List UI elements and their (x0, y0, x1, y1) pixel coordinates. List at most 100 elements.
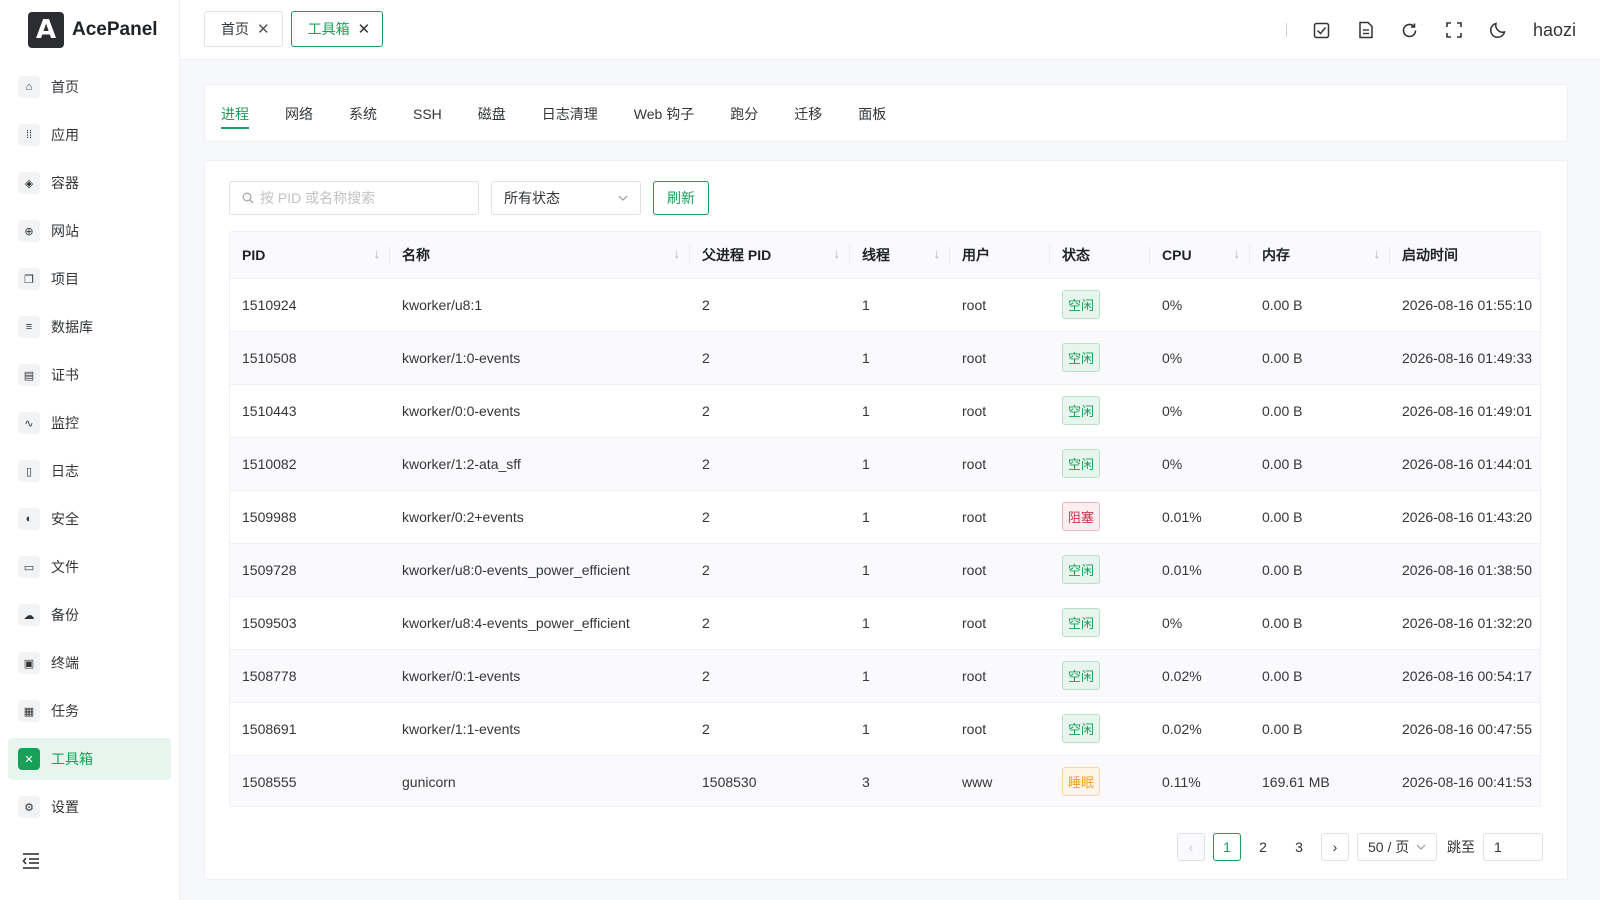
table-row[interactable]: 1509728 kworker/u8:0-events_power_efficie… (230, 543, 1540, 597)
sort-arrow-icon[interactable]: ↓ (834, 246, 841, 261)
table-row[interactable]: 1509988 kworker/0:2+events 2 1 root 阻塞 0.01% 0.… (230, 490, 1540, 544)
sort-arrow-icon[interactable]: ↓ (934, 246, 941, 261)
prev-page-button[interactable]: ‹ (1177, 833, 1205, 861)
sidebar-item-cert[interactable]: ▤ 证书 (8, 354, 171, 396)
page-size-select[interactable]: 50 / 页 (1357, 833, 1437, 861)
table-row[interactable]: 1508778 kworker/0:1-events 2 1 root 空闲 0.02% 0.… (230, 649, 1540, 703)
tab-2[interactable]: 系统 (349, 85, 377, 143)
page-number-button[interactable]: 1 (1213, 833, 1241, 861)
table-row[interactable]: 1510443 kworker/0:0-events 2 1 root 空闲 0% 0.00 … (230, 384, 1540, 438)
cell-threads: 1 (850, 543, 950, 597)
search-input[interactable] (260, 190, 470, 206)
process-card: 所有状态 刷新 PID ↓ 名称 ↓ 父进程 PID ↓ 线程 ↓ 用户 状态 CPU ↓ 内存 ↓ 启动时… (204, 160, 1568, 880)
column-header[interactable]: PID ↓ (230, 232, 390, 279)
document-icon[interactable] (1357, 21, 1375, 39)
search-box (229, 181, 479, 215)
sort-arrow-icon[interactable]: ↓ (1374, 246, 1381, 261)
column-header[interactable]: 线程 ↓ (850, 232, 950, 279)
tab-5[interactable]: 日志清理 (542, 85, 598, 143)
cell-pid: 1510508 (230, 331, 390, 385)
cell-ppid: 2 (690, 649, 850, 703)
next-page-button[interactable]: › (1321, 833, 1349, 861)
cell-threads: 1 (850, 331, 950, 385)
tab-0[interactable]: 进程 (221, 85, 249, 143)
status-select[interactable]: 所有状态 (491, 181, 641, 215)
sidebar-item-website[interactable]: ⊕ 网站 (8, 210, 171, 252)
sidebar-item-label: 设置 (51, 799, 79, 815)
sidebar-item-tasks[interactable]: ▦ 任务 (8, 690, 171, 732)
sort-arrow-icon[interactable]: ↓ (674, 246, 681, 261)
column-header[interactable]: 名称 ↓ (390, 232, 690, 279)
table-row[interactable]: 1508555 gunicorn 1508530 3 www 睡眠 0.11% 169.61 … (230, 755, 1540, 806)
tab-1[interactable]: 网络 (285, 85, 313, 143)
tab-3[interactable]: SSH (413, 85, 442, 143)
sidebar-item-apps[interactable]: ⁞⁞ 应用 (8, 114, 171, 156)
refresh-button[interactable]: 刷新 (653, 181, 709, 215)
sort-arrow-icon[interactable]: ↓ (374, 246, 381, 261)
dark-mode-moon-icon[interactable] (1489, 21, 1507, 39)
table-body: 1510924 kworker/u8:1 2 1 root 空闲 0% 0.00 B 2026-… (230, 278, 1540, 806)
table-row[interactable]: 1510924 kworker/u8:1 2 1 root 空闲 0% 0.00 B 2026-… (230, 278, 1540, 332)
sidebar-item-monitor[interactable]: ∿ 监控 (8, 402, 171, 444)
page-tab[interactable]: 工具箱 ✕ (290, 11, 384, 47)
page-size-value: 50 / 页 (1368, 839, 1410, 855)
sidebar-item-backup[interactable]: ☁ 备份 (8, 594, 171, 636)
user-menu[interactable]: haozi (1533, 20, 1576, 41)
cell-cpu: 0% (1150, 437, 1250, 491)
sidebar-item-settings[interactable]: ⚙ 设置 (8, 786, 171, 828)
sidebar-item-log[interactable]: ▯ 日志 (8, 450, 171, 492)
sidebar-item-security[interactable]: ◐ 安全 (8, 498, 171, 540)
table-row[interactable]: 1510082 kworker/1:2-ata_sff 2 1 root 空闲 0% 0.00… (230, 437, 1540, 491)
cell-start: 2026-08-16 01:32:20 (1390, 596, 1540, 650)
column-header[interactable]: 父进程 PID ↓ (690, 232, 850, 279)
cell-threads: 1 (850, 702, 950, 756)
page-number-button[interactable]: 2 (1249, 833, 1277, 861)
cell-pid: 1509728 (230, 543, 390, 597)
table-row[interactable]: 1509503 kworker/u8:4-events_power_efficie… (230, 596, 1540, 650)
sidebar-item-database[interactable]: ≡ 数据库 (8, 306, 171, 348)
tab-7[interactable]: 跑分 (730, 85, 758, 143)
cell-mem: 0.00 B (1250, 384, 1390, 438)
sidebar-item-terminal[interactable]: ▣ 终端 (8, 642, 171, 684)
page-tab[interactable]: 首页 ✕ (204, 11, 283, 47)
close-icon[interactable]: ✕ (257, 20, 270, 38)
tab-6[interactable]: Web 钩子 (634, 85, 694, 143)
cell-pid: 1509503 (230, 596, 390, 650)
tab-9[interactable]: 面板 (858, 85, 886, 143)
status-select-value: 所有状态 (504, 190, 560, 206)
column-header-label: 名称 (402, 246, 430, 263)
status-badge: 空闲 (1062, 449, 1101, 478)
sidebar-item-container[interactable]: ◈ 容器 (8, 162, 171, 204)
sidebar-item-project[interactable]: ❐ 项目 (8, 258, 171, 300)
refresh-icon[interactable] (1401, 21, 1419, 39)
fullscreen-icon[interactable] (1445, 21, 1463, 39)
cell-user: root (950, 702, 1050, 756)
cell-pid: 1508778 (230, 649, 390, 703)
column-header-label: PID (242, 246, 266, 263)
cell-start: 2026-08-16 01:49:01 (1390, 384, 1540, 438)
table-row[interactable]: 1510508 kworker/1:0-events 2 1 root 空闲 0% 0.00 … (230, 331, 1540, 385)
jump-page-input[interactable] (1483, 833, 1543, 861)
status-badge: 睡眠 (1062, 767, 1101, 796)
sidebar-item-files[interactable]: ▭ 文件 (8, 546, 171, 588)
column-header[interactable]: 内存 ↓ (1250, 232, 1390, 279)
page-tabs: 首页 ✕ 工具箱 ✕ (204, 11, 384, 47)
column-header[interactable]: CPU ↓ (1150, 232, 1250, 279)
sidebar-item-toolbox[interactable]: ✕ 工具箱 (8, 738, 171, 780)
cell-user: root (950, 490, 1050, 544)
collapse-sidebar-icon[interactable] (22, 852, 40, 870)
sort-arrow-icon[interactable]: ↓ (1234, 246, 1241, 261)
top-header: 首页 ✕ 工具箱 ✕ haozi (180, 0, 1600, 60)
app-logo[interactable]: A AcePanel (0, 0, 179, 60)
tab-8[interactable]: 迁移 (794, 85, 822, 143)
close-icon[interactable]: ✕ (358, 20, 371, 38)
sidebar-item-home[interactable]: ⌂ 首页 (8, 66, 171, 108)
cell-user: root (950, 278, 1050, 332)
table-row[interactable]: 1508691 kworker/1:1-events 2 1 root 空闲 0.02% 0.… (230, 702, 1540, 756)
terminal-icon: ▣ (18, 652, 40, 674)
page-number-button[interactable]: 3 (1285, 833, 1313, 861)
tab-4[interactable]: 磁盘 (478, 85, 506, 143)
search-icon (242, 192, 254, 204)
task-checkbox-icon[interactable] (1313, 21, 1331, 39)
cell-threads: 3 (850, 755, 950, 806)
